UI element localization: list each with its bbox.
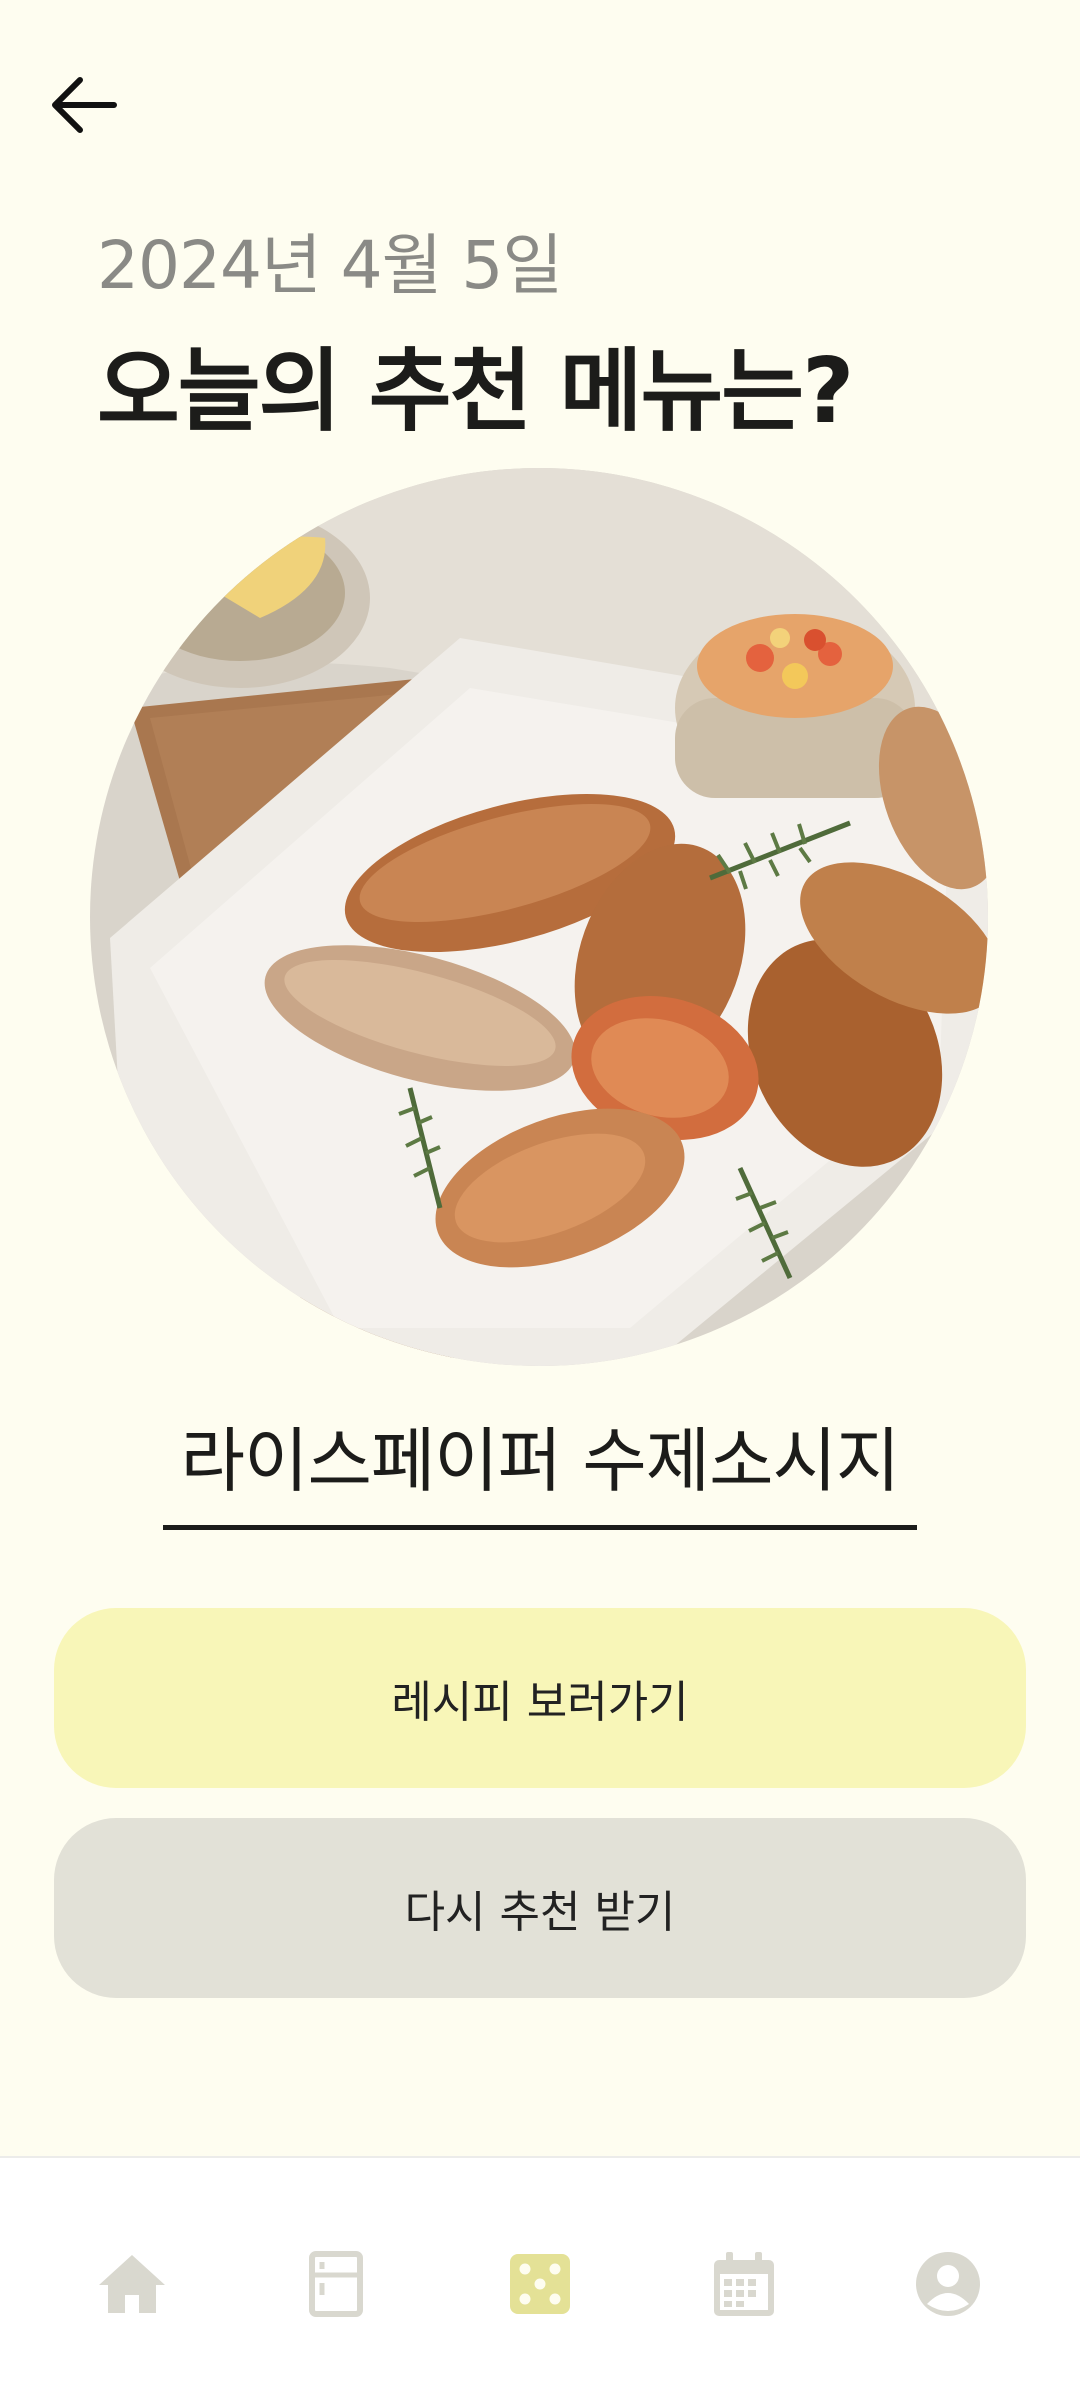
retry-recommendation-button[interactable]: 다시 추천 받기	[54, 1818, 1026, 1998]
fridge-icon	[309, 2251, 363, 2317]
back-button[interactable]	[38, 60, 128, 150]
arrow-left-icon	[52, 77, 117, 133]
nav-fridge[interactable]	[296, 2244, 376, 2324]
menu-name: 라이스페이퍼 수제소시지	[180, 1420, 901, 1502]
nav-home[interactable]	[92, 2244, 172, 2324]
menu-image	[90, 468, 988, 1366]
nav-recommend[interactable]	[500, 2244, 580, 2324]
bottom-navigation	[0, 2156, 1080, 2400]
nav-profile[interactable]	[908, 2244, 988, 2324]
calendar-icon	[714, 2252, 774, 2316]
home-icon	[99, 2255, 165, 2313]
page-title: 오늘의 추천 메뉴는?	[97, 339, 854, 444]
nav-calendar[interactable]	[704, 2244, 784, 2324]
dice-icon	[510, 2254, 570, 2314]
profile-icon	[916, 2252, 980, 2316]
menu-name-underline	[163, 1525, 917, 1530]
recommendation-date: 2024년 4월 5일	[97, 227, 563, 304]
view-recipe-button[interactable]: 레시피 보러가기	[54, 1608, 1026, 1788]
